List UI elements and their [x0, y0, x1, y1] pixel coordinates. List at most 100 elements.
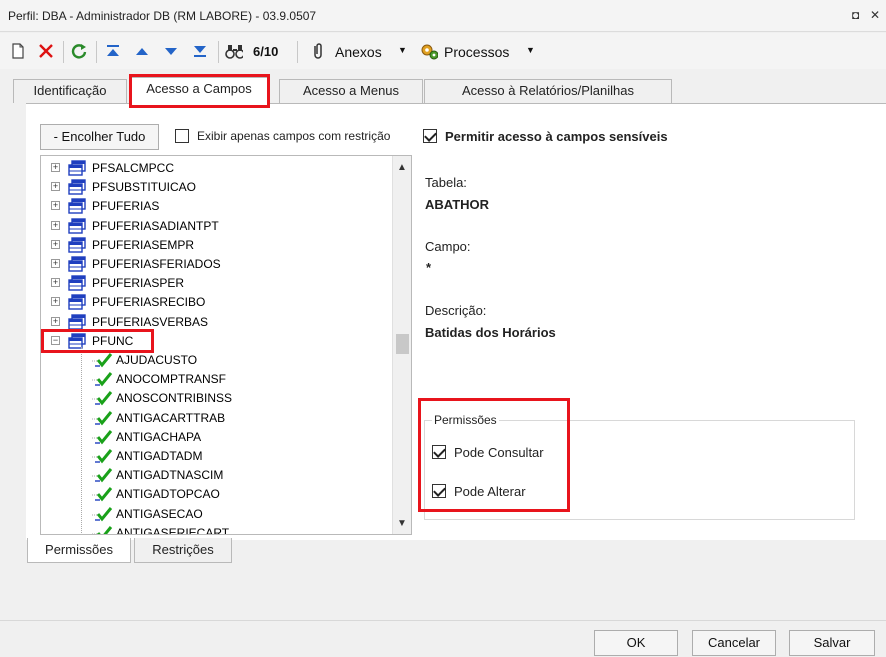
expand-icon[interactable]: +	[51, 297, 60, 307]
can-edit-label: Pode Alterar	[454, 484, 526, 499]
can-view-label: Pode Consultar	[454, 445, 544, 460]
expand-icon[interactable]: +	[51, 259, 60, 268]
expand-icon[interactable]: +	[51, 239, 60, 249]
scroll-thumb[interactable]	[396, 334, 409, 354]
last-record-icon[interactable]	[191, 42, 209, 60]
field-value: *	[426, 260, 432, 275]
table-icon	[68, 217, 86, 234]
allow-sensitive-label: Permitir acesso à campos sensíveis	[445, 129, 668, 144]
toolbar: 6/10 Anexos ▼ Processos ▼	[0, 33, 886, 69]
expand-icon[interactable]: +	[51, 163, 60, 172]
cancel-button[interactable]: Cancelar	[692, 630, 776, 656]
tree-table-row[interactable]: + PFUFERIASVERBAS	[41, 313, 391, 332]
tree-table-label: PFSUBSTITUICAO	[92, 180, 197, 195]
table-icon	[68, 160, 86, 176]
field-label: Campo:	[425, 239, 471, 254]
restore-button[interactable]: ◘	[852, 8, 859, 22]
close-button[interactable]: ✕	[870, 8, 880, 22]
binoculars-icon[interactable]	[225, 42, 243, 60]
tree-table-row[interactable]: + PFUFERIASPER	[41, 274, 391, 293]
tree-table-label: PFUFERIASADIANTPT	[92, 218, 219, 233]
expand-icon[interactable]: +	[51, 182, 60, 192]
tree-table-row[interactable]: + PFUFERIASRECIBO	[41, 293, 391, 312]
next-record-icon[interactable]	[162, 42, 180, 60]
ok-button[interactable]: OK	[594, 630, 678, 656]
tab-acesso-campos[interactable]: Acesso a Campos	[130, 77, 268, 104]
tree-scrollbar[interactable]: ▲ ▼	[392, 156, 411, 534]
scroll-down-icon[interactable]: ▼	[397, 518, 407, 529]
table-icon	[68, 198, 86, 215]
refresh-icon[interactable]	[70, 42, 88, 60]
expand-icon[interactable]: +	[51, 316, 60, 326]
description-label: Descrição:	[425, 303, 487, 318]
tree-table-row[interactable]: + PFSUBSTITUICAO	[41, 178, 391, 197]
tree-field-row[interactable]: ANTIGACARTTRAB	[41, 409, 391, 428]
checkmark-icon	[92, 448, 113, 464]
tree-field-row[interactable]: ANTIGADTADM	[41, 447, 391, 466]
new-document-icon[interactable]	[9, 42, 27, 60]
permissions-group-label: Permissões	[432, 413, 499, 427]
previous-record-icon[interactable]	[133, 42, 151, 60]
paperclip-icon[interactable]	[309, 42, 327, 60]
tree-field-row[interactable]: AJUDACUSTO	[41, 351, 391, 370]
tab-permissoes[interactable]: Permissões	[27, 538, 131, 563]
checkmark-icon	[92, 467, 113, 483]
tab-acesso-relatorios[interactable]: Acesso à Relatórios/Planilhas	[424, 79, 672, 103]
tree-field-row[interactable]: ANOCOMPTRANSF	[41, 370, 391, 389]
tree-table-label: PFUFERIASEMPR	[92, 237, 195, 252]
allow-sensitive-checkbox[interactable]	[423, 129, 437, 143]
collapse-all-button[interactable]: - Encolher Tudo	[40, 124, 159, 150]
processes-dropdown-icon[interactable]: ▼	[526, 45, 535, 55]
tree-field-label: ANTIGACHAPA	[116, 429, 202, 444]
tree-field-row[interactable]: ANTIGADTOPCAO	[41, 485, 391, 504]
tree-field-row[interactable]: ANTIGACHAPA	[41, 428, 391, 447]
expand-icon[interactable]: +	[51, 201, 60, 211]
table-icon	[68, 179, 86, 195]
can-view-checkbox[interactable]	[432, 445, 446, 459]
expand-icon[interactable]: +	[51, 220, 60, 230]
description-value: Batidas dos Horários	[425, 325, 556, 340]
tree-table-label: PFUFERIASFERIADOS	[92, 257, 221, 271]
collapse-icon[interactable]: −	[51, 335, 60, 345]
attachments-menu[interactable]: Anexos	[335, 44, 382, 60]
tree-table-row[interactable]: + PFUFERIAS	[41, 197, 391, 216]
only-restricted-label: Exibir apenas campos com restrição	[197, 129, 391, 143]
expand-icon[interactable]: +	[51, 278, 60, 288]
only-restricted-checkbox[interactable]	[175, 129, 189, 143]
tree-table-row[interactable]: + PFSALCMPCC	[41, 159, 391, 178]
table-icon	[68, 333, 86, 349]
can-edit-checkbox[interactable]	[432, 484, 446, 498]
tree-field-label: ANTIGASERIECART	[116, 525, 230, 535]
tree-field-row[interactable]: ANTIGASERIECART	[41, 524, 391, 535]
tree-table-row[interactable]: + PFUFERIASFERIADOS	[41, 255, 391, 274]
delete-icon[interactable]	[37, 42, 55, 60]
record-counter: 6/10	[253, 44, 279, 59]
scroll-up-icon[interactable]: ▲	[397, 162, 407, 173]
fields-tree[interactable]: + PFSALCMPCC + PFSUBSTITUICAO + PFUFERIAS + PFU…	[40, 155, 412, 535]
attachments-dropdown-icon[interactable]: ▼	[398, 45, 407, 55]
tree-table-label: PFUFERIASRECIBO	[92, 295, 206, 310]
tree-table-row[interactable]: + PFUFERIASEMPR	[41, 236, 391, 255]
tree-table-label: PFSALCMPCC	[92, 161, 175, 175]
gears-icon[interactable]	[420, 42, 438, 60]
tree-connector-line	[81, 347, 82, 534]
processes-menu[interactable]: Processos	[444, 44, 509, 60]
tree-field-row[interactable]: ANTIGASECAO	[41, 505, 391, 524]
window-titlebar: Perfil: DBA - Administrador DB (RM LABOR…	[0, 0, 886, 32]
tree-table-label: PFUFERIASPER	[92, 276, 185, 291]
save-button[interactable]: Salvar	[789, 630, 875, 656]
first-record-icon[interactable]	[104, 42, 122, 60]
tab-restricoes[interactable]: Restrições	[134, 538, 232, 563]
checkmark-icon	[92, 352, 113, 368]
tree-field-row[interactable]: ANTIGADTNASCIM	[41, 466, 391, 485]
checkmark-icon	[92, 371, 113, 387]
checkmark-icon	[92, 429, 113, 445]
tree-field-label: ANTIGADTNASCIM	[116, 468, 224, 483]
tree-field-row[interactable]: ANOSCONTRIBINSS	[41, 389, 391, 408]
tree-table-label: PFUFERIAS	[92, 199, 160, 214]
tree-table-row[interactable]: + PFUFERIASADIANTPT	[41, 217, 391, 236]
tree-field-label: ANTIGADTADM	[116, 449, 203, 463]
tab-identificacao[interactable]: Identificação	[13, 79, 127, 103]
tab-acesso-menus[interactable]: Acesso a Menus	[279, 79, 423, 103]
tree-table-row[interactable]: − PFUNC	[41, 332, 391, 351]
